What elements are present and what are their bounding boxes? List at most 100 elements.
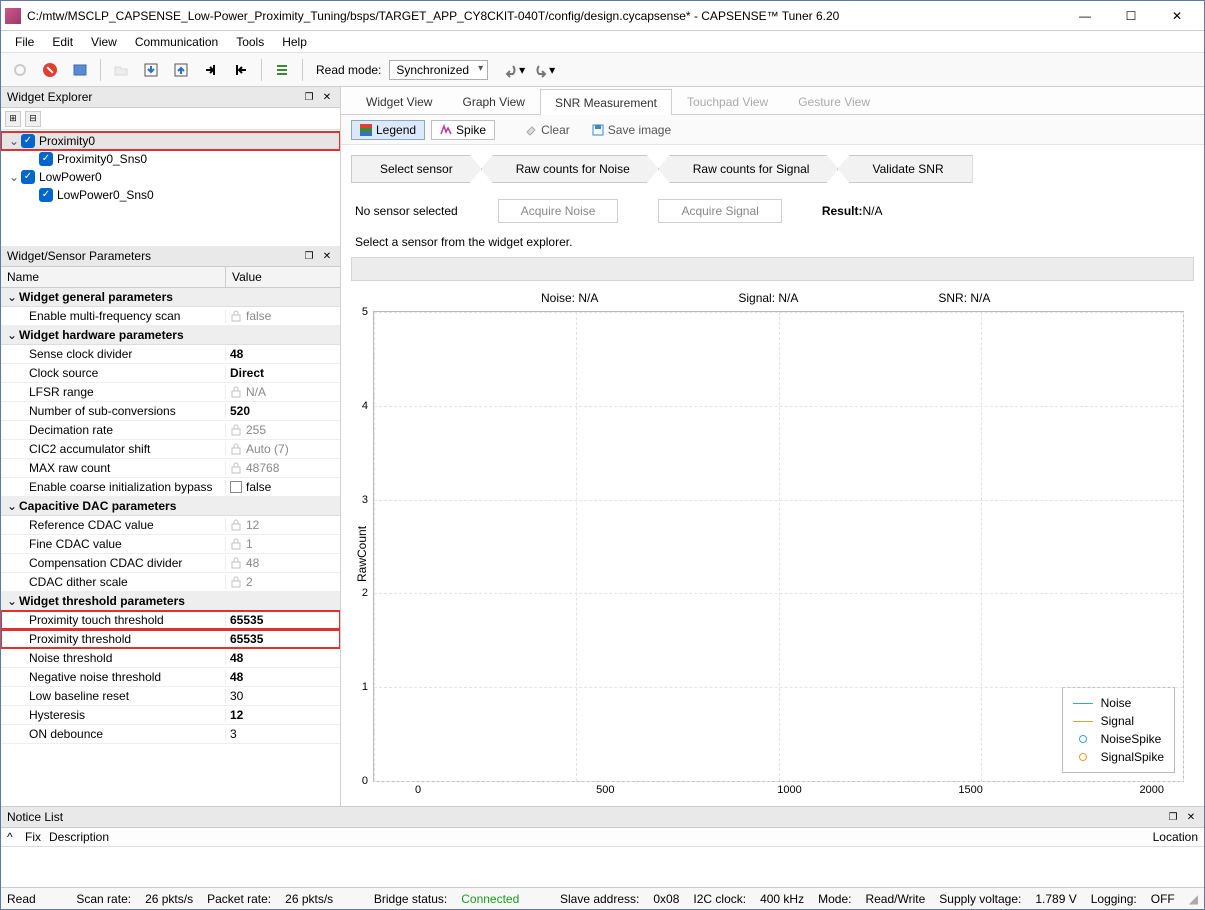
tab-gesture-view[interactable]: Gesture View	[783, 88, 885, 114]
bridge-value: Connected	[461, 892, 519, 906]
lock-icon	[230, 519, 242, 531]
checkbox-icon[interactable]	[39, 152, 53, 166]
mode-value: Read/Write	[865, 892, 925, 906]
clear-button[interactable]: Clear	[517, 121, 578, 139]
download-icon[interactable]	[138, 57, 164, 83]
param-row[interactable]: Compensation CDAC divider48	[1, 554, 340, 573]
param-row[interactable]: LFSR rangeN/A	[1, 383, 340, 402]
close-panel-icon[interactable]: ✕	[1184, 810, 1198, 824]
param-row[interactable]: Noise threshold48	[1, 649, 340, 668]
param-group[interactable]: ⌄Widget general parameters	[1, 288, 340, 307]
checkbox-icon[interactable]	[21, 134, 35, 148]
param-row[interactable]: Decimation rate255	[1, 421, 340, 440]
undo-icon[interactable]: ▾	[500, 57, 526, 83]
menu-communication[interactable]: Communication	[127, 33, 226, 51]
param-row[interactable]: Sense clock divider48	[1, 345, 340, 364]
acquire-noise-button[interactable]: Acquire Noise	[498, 199, 619, 223]
param-group[interactable]: ⌄Widget hardware parameters	[1, 326, 340, 345]
param-row[interactable]: CIC2 accumulator shiftAuto (7)	[1, 440, 340, 459]
param-row[interactable]: Clock sourceDirect	[1, 364, 340, 383]
tab-touchpad-view[interactable]: Touchpad View	[672, 88, 783, 114]
maximize-button[interactable]: ☐	[1108, 1, 1154, 31]
sort-icon[interactable]: ^	[7, 830, 25, 844]
param-row[interactable]: Hysteresis12	[1, 706, 340, 725]
eraser-icon	[525, 124, 537, 136]
close-button[interactable]: ✕	[1154, 1, 1200, 31]
checkbox-icon[interactable]	[39, 188, 53, 202]
resize-grip-icon[interactable]: ◢	[1189, 892, 1198, 906]
import-icon[interactable]	[198, 57, 224, 83]
tab-widget-view[interactable]: Widget View	[351, 88, 447, 114]
snr-stat: SNR: N/A	[938, 291, 990, 305]
param-row[interactable]: ON debounce3	[1, 725, 340, 744]
tree-item[interactable]: ⌄LowPower0	[1, 168, 340, 186]
param-row[interactable]: MAX raw count48768	[1, 459, 340, 478]
stop-icon[interactable]	[37, 57, 63, 83]
param-row[interactable]: Reference CDAC value12	[1, 516, 340, 535]
tree-item[interactable]: ⌄Proximity0	[1, 132, 340, 150]
menu-tools[interactable]: Tools	[228, 33, 272, 51]
close-panel-icon[interactable]: ✕	[320, 90, 334, 104]
close-panel-icon[interactable]: ✕	[320, 249, 334, 263]
supply-label: Supply voltage:	[939, 892, 1021, 906]
menu-view[interactable]: View	[83, 33, 125, 51]
col-location[interactable]: Location	[1118, 830, 1198, 844]
param-group[interactable]: ⌄Widget threshold parameters	[1, 592, 340, 611]
tree-item[interactable]: Proximity0_Sns0	[1, 150, 340, 168]
step-noise[interactable]: Raw counts for Noise	[481, 155, 659, 183]
snr-chart[interactable]: Noise Signal NoiseSpike SignalSpike 0123…	[373, 311, 1184, 782]
gear-icon[interactable]	[7, 57, 33, 83]
left-column: Widget Explorer ❐ ✕ ⊞ ⊟ ⌄Proximity0Proxi…	[1, 87, 341, 806]
param-row[interactable]: Proximity touch threshold65535	[1, 611, 340, 630]
param-row[interactable]: Enable coarse initialization bypassfalse	[1, 478, 340, 497]
spike-button[interactable]: Spike	[431, 120, 495, 140]
undock-icon[interactable]: ❐	[302, 249, 316, 263]
export-icon[interactable]	[228, 57, 254, 83]
lock-icon	[230, 538, 242, 550]
col-description[interactable]: Description	[43, 830, 1118, 844]
toolbar-separator	[302, 59, 303, 81]
window-icon[interactable]	[67, 57, 93, 83]
step-select-sensor[interactable]: Select sensor	[351, 155, 482, 183]
tab-graph-view[interactable]: Graph View	[447, 88, 539, 114]
expand-all-icon[interactable]: ⊞	[5, 111, 21, 127]
legend-button[interactable]: Legend	[351, 120, 425, 140]
open-icon[interactable]	[108, 57, 134, 83]
acquire-signal-button[interactable]: Acquire Signal	[658, 199, 781, 223]
readmode-combo[interactable]: Synchronized	[389, 60, 488, 80]
checkbox-icon[interactable]	[21, 170, 35, 184]
menu-edit[interactable]: Edit	[44, 33, 81, 51]
param-row[interactable]: Enable multi-frequency scanfalse	[1, 307, 340, 326]
tree-item[interactable]: LowPower0_Sns0	[1, 186, 340, 204]
param-row[interactable]: CDAC dither scale2	[1, 573, 340, 592]
y-axis-label: RawCount	[351, 311, 373, 796]
step-validate[interactable]: Validate SNR	[837, 155, 972, 183]
param-row[interactable]: Low baseline reset30	[1, 687, 340, 706]
checkbox-icon[interactable]	[230, 481, 242, 493]
col-fix[interactable]: Fix	[25, 830, 43, 844]
save-image-button[interactable]: Save image	[584, 121, 679, 139]
tab-snr-measurement[interactable]: SNR Measurement	[540, 89, 672, 115]
param-row[interactable]: Fine CDAC value1	[1, 535, 340, 554]
param-row[interactable]: Proximity threshold65535	[1, 630, 340, 649]
param-group[interactable]: ⌄Capacitive DAC parameters	[1, 497, 340, 516]
statusbar: Read Scan rate:26 pkts/s Packet rate:26 …	[1, 887, 1204, 909]
minimize-button[interactable]: —	[1062, 1, 1108, 31]
redo-icon[interactable]: ▾	[530, 57, 556, 83]
notice-header: Notice List ❐ ✕	[1, 807, 1204, 828]
param-row[interactable]: Number of sub-conversions520	[1, 402, 340, 421]
undock-icon[interactable]: ❐	[302, 90, 316, 104]
menu-file[interactable]: File	[7, 33, 42, 51]
save-icon	[592, 124, 604, 136]
menu-help[interactable]: Help	[274, 33, 315, 51]
undock-icon[interactable]: ❐	[1166, 810, 1180, 824]
step-signal[interactable]: Raw counts for Signal	[658, 155, 839, 183]
params-grid[interactable]: ⌄Widget general parametersEnable multi-f…	[1, 288, 340, 806]
list-icon[interactable]	[269, 57, 295, 83]
collapse-all-icon[interactable]: ⊟	[25, 111, 41, 127]
lock-icon	[230, 557, 242, 569]
log-label: Logging:	[1091, 892, 1137, 906]
param-row[interactable]: Negative noise threshold48	[1, 668, 340, 687]
upload-icon[interactable]	[168, 57, 194, 83]
widget-tree[interactable]: ⌄Proximity0Proximity0_Sns0⌄LowPower0LowP…	[1, 130, 340, 246]
